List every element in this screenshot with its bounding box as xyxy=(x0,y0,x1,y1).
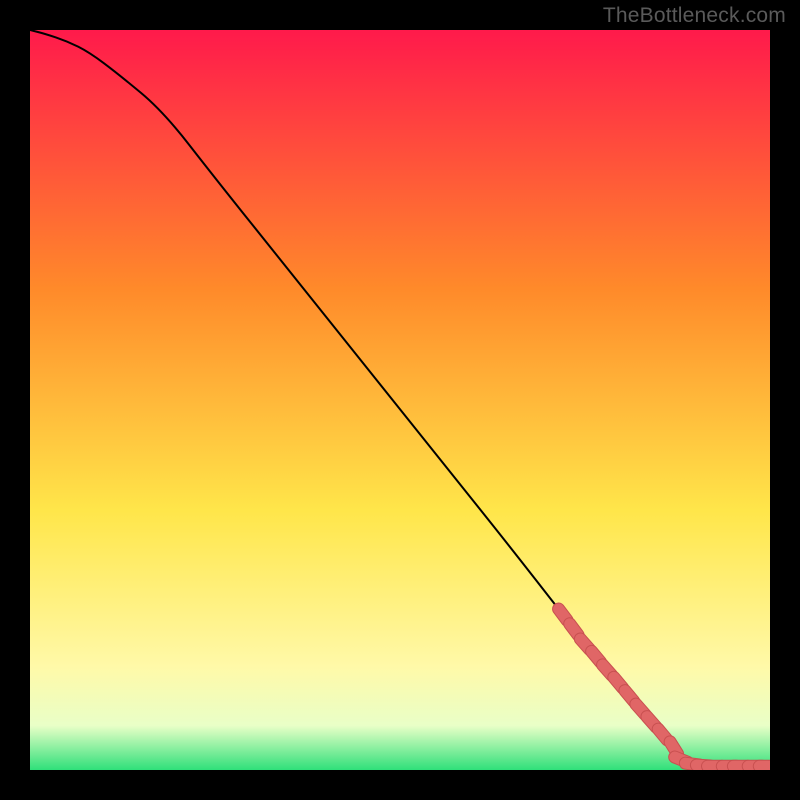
plot-svg xyxy=(30,30,770,770)
curve-marker xyxy=(570,624,578,635)
curve-marker xyxy=(559,609,567,620)
plot-area xyxy=(30,30,770,770)
chart-frame: TheBottleneck.com xyxy=(0,0,800,800)
watermark-text: TheBottleneck.com xyxy=(603,4,786,28)
gradient-background xyxy=(30,30,770,770)
